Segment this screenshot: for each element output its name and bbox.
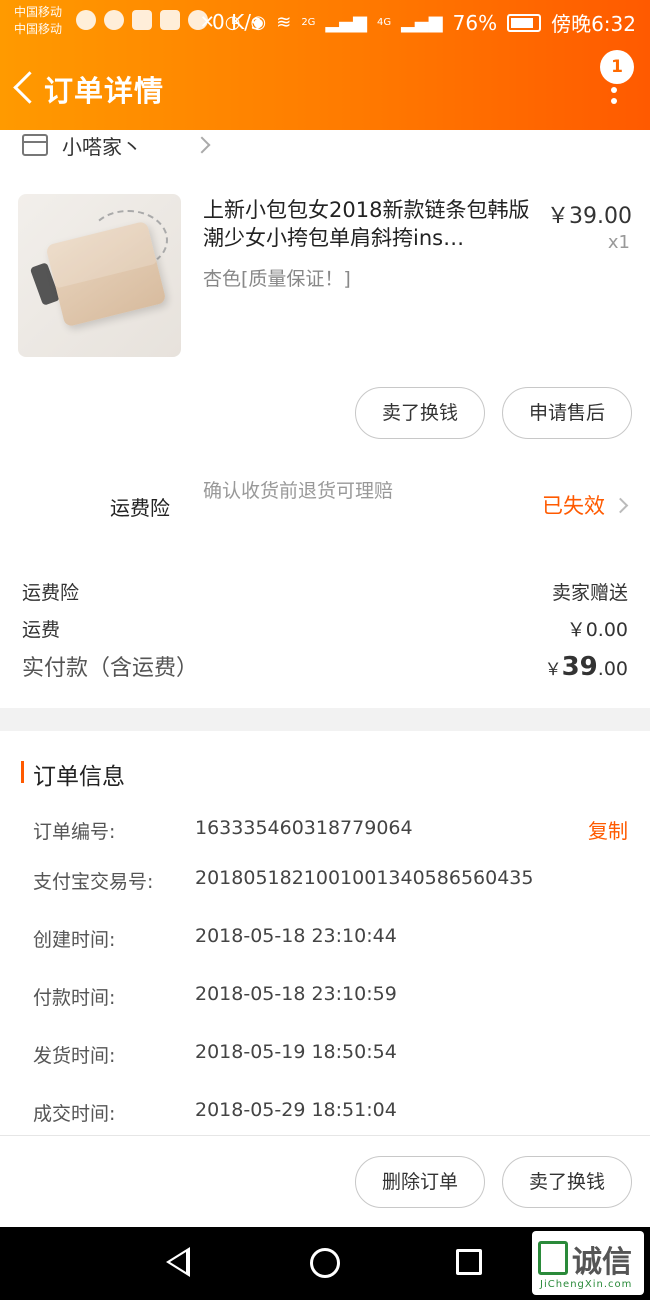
apply-after-sale-button[interactable]: 申请售后 — [502, 387, 632, 439]
shop-link[interactable]: 小嗒家丶 — [22, 130, 211, 160]
status-right: ✕ ◷ ◉ ≋ 2G ▂▄▆ 4G ▂▄▆ 76% 傍晚6:32 — [200, 8, 636, 37]
sell-exchange-button[interactable]: 卖了换钱 — [355, 387, 485, 439]
order-card: 小嗒家丶 上新小包包女2018新款链条包韩版潮少女小挎包单肩斜挎ins… 杏色[… — [0, 130, 650, 708]
total-label: 实付款（含运费） — [22, 656, 199, 681]
info-label: 支付宝交易号: — [33, 871, 154, 893]
info-label: 成交时间: — [33, 1103, 116, 1125]
video-icon — [160, 10, 180, 30]
info-label: 付款时间: — [33, 987, 116, 1009]
fee-row-insurance: 运费险 卖家赠送 — [22, 578, 628, 605]
info-value: 2018-05-18 23:10:44 — [195, 925, 397, 947]
bag-image — [45, 220, 167, 328]
app-icon — [132, 10, 152, 30]
chevron-right-icon — [193, 136, 211, 154]
info-value: 2018-05-19 18:50:54 — [195, 1041, 397, 1063]
total-integer: 39 — [561, 652, 598, 682]
total-currency: ￥ — [544, 660, 562, 680]
clock: 傍晚6:32 — [551, 12, 636, 36]
network-4g: 4G — [376, 17, 392, 28]
alarm-icon: ◷ — [224, 12, 241, 33]
info-label: 订单编号: — [33, 821, 116, 843]
shop-name: 小嗒家丶 — [62, 134, 142, 159]
wifi-icon: ≋ — [276, 12, 292, 33]
info-value: 2018051821001001340586560435 — [195, 867, 534, 889]
wechat-icon — [76, 10, 96, 30]
section-accent-bar — [21, 761, 24, 783]
nav-back-icon[interactable] — [166, 1247, 190, 1277]
fee-label: 运费 — [22, 619, 61, 641]
watermark: 诚信 JiChengXin.com — [532, 1231, 644, 1295]
page-title: 订单详情 — [44, 74, 165, 108]
sell-exchange-button-bottom[interactable]: 卖了换钱 — [502, 1156, 632, 1208]
watermark-text: 诚信 — [572, 1245, 632, 1280]
order-info-card: 订单信息 订单编号: 163335460318779064 复制 支付宝交易号:… — [0, 731, 650, 1135]
fee-label: 运费险 — [22, 582, 80, 604]
fee-value: ￥0.00 — [566, 619, 628, 641]
carrier-1: 中国移动 — [14, 5, 63, 19]
info-value: 163335460318779064 — [195, 817, 413, 839]
insurance-status: 已失效 — [542, 494, 605, 518]
nav-recent-icon[interactable] — [456, 1249, 482, 1275]
info-label: 发货时间: — [33, 1045, 116, 1067]
copy-button[interactable]: 复制 — [588, 815, 628, 844]
product-qty: x1 — [607, 232, 630, 253]
delete-order-button[interactable]: 删除订单 — [355, 1156, 485, 1208]
mute-icon: ✕ — [199, 12, 215, 33]
header-bar: 中国移动 中国移动 0 K/s ✕ ◷ ◉ ≋ 2G ▂▄▆ 4G ▂▄▆ 76… — [0, 0, 650, 130]
status-bar: 中国移动 中国移动 0 K/s ✕ ◷ ◉ ≋ 2G ▂▄▆ 4G ▂▄▆ 76… — [0, 0, 650, 44]
info-value: 2018-05-29 18:51:04 — [195, 1099, 397, 1121]
bottom-action-bar: 删除订单 卖了换钱 — [0, 1135, 650, 1227]
product-sku: 杏色[质量保证！] — [203, 268, 351, 290]
total-decimal: .00 — [597, 658, 628, 680]
fee-row-shipping: 运费 ￥0.00 — [22, 615, 628, 642]
battery-percent: 76% — [452, 10, 498, 35]
insurance-status-link[interactable]: 已失效 — [542, 480, 629, 530]
product-price: ￥39.00 — [547, 204, 632, 229]
system-nav-bar: 诚信 JiChengXin.com — [0, 1227, 650, 1300]
notification-icons — [76, 10, 208, 30]
fee-value: 卖家赠送 — [551, 582, 628, 604]
fee-row-total: 实付款（含运费） ￥39.00 — [22, 650, 628, 682]
insurance-desc: 确认收货前退货可理赔 — [203, 480, 394, 502]
product-title[interactable]: 上新小包包女2018新款链条包韩版潮少女小挎包单肩斜挎ins… — [203, 196, 533, 252]
info-label: 创建时间: — [33, 929, 116, 951]
network-2g: 2G — [301, 17, 316, 28]
section-title: 订单信息 — [33, 764, 125, 790]
product-thumbnail[interactable] — [18, 194, 181, 357]
nav-row: 订单详情 1 — [0, 50, 650, 116]
total-amount: ￥39.00 — [545, 652, 628, 682]
watermark-sub: JiChengXin.com — [540, 1279, 633, 1290]
carrier-2: 中国移动 — [14, 22, 63, 36]
back-icon[interactable] — [10, 66, 38, 110]
battery-icon — [507, 13, 542, 32]
chevron-right-icon — [612, 497, 629, 513]
insurance-label: 运费险 — [110, 496, 170, 520]
nav-home-icon[interactable] — [310, 1248, 340, 1278]
carrier-info: 中国移动 中国移动 — [14, 4, 62, 38]
eye-icon: ◉ — [250, 12, 267, 33]
emoji-icon — [104, 10, 124, 30]
message-badge[interactable]: 1 — [600, 50, 634, 84]
watermark-logo-icon — [538, 1241, 568, 1275]
signal-icon: ▂▄▆ — [325, 12, 367, 33]
info-value: 2018-05-18 23:10:59 — [195, 983, 397, 1005]
signal-icon-2: ▂▄▆ — [401, 12, 443, 33]
store-icon — [22, 134, 48, 156]
